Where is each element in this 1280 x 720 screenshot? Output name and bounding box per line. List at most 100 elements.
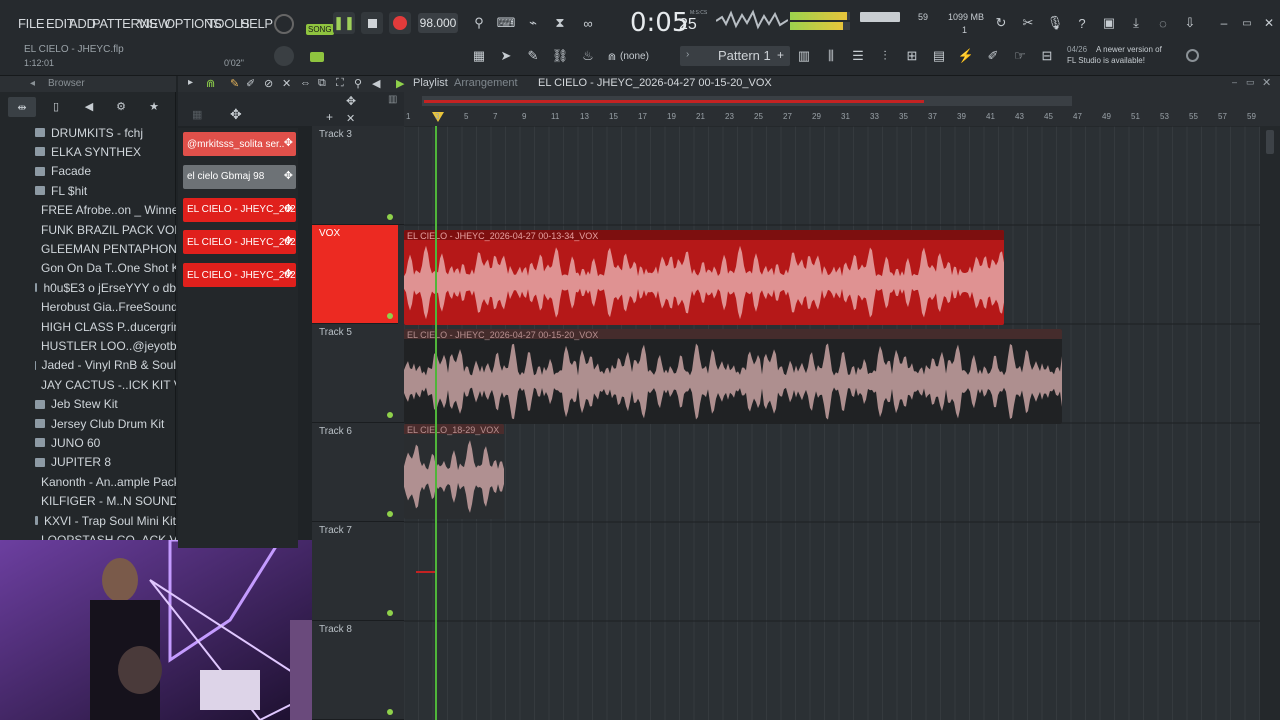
refresh-icon[interactable]: ↻: [990, 12, 1012, 34]
browser-folder-item[interactable]: h0u$E3 o jErseYYY o db: [0, 278, 176, 297]
track-header[interactable]: Track 8: [312, 621, 404, 720]
play-pattern-icon[interactable]: ▶: [396, 77, 404, 90]
slip-tool-icon[interactable]: ⇔: [300, 77, 311, 89]
browser-plugin-icon[interactable]: ⚙: [110, 97, 132, 117]
tempo-display[interactable]: 98.000: [418, 13, 458, 33]
playlist-current-clip[interactable]: EL CIELO - JHEYC_2026-04-27 00-15-20_VOX: [538, 77, 772, 89]
track-enable-led[interactable]: [387, 313, 393, 319]
snap-value[interactable]: (none): [620, 51, 649, 62]
tree-icon[interactable]: ⊞: [901, 45, 923, 67]
pause-button[interactable]: ❚❚: [333, 12, 355, 34]
clear-icon[interactable]: ✕: [346, 112, 355, 125]
menu-file[interactable]: FILE: [18, 16, 45, 31]
menu-help[interactable]: HELP: [240, 16, 273, 31]
loop-record-icon[interactable]: ∞: [577, 12, 599, 34]
pattern-add-icon[interactable]: +: [777, 48, 784, 62]
browser-folder-item[interactable]: JUPITER 8: [0, 453, 176, 472]
track-enable-led[interactable]: [387, 709, 393, 715]
playlist-icon[interactable]: ▦: [468, 45, 490, 67]
pattern-song-icon[interactable]: ⚲: [468, 12, 490, 34]
piano-roll-icon[interactable]: ☰: [847, 45, 869, 67]
cart-icon[interactable]: ⊟: [1036, 45, 1058, 67]
track-header[interactable]: Track 3: [312, 126, 404, 225]
track-enable-led[interactable]: [387, 412, 393, 418]
pencil-icon[interactable]: ✎: [522, 45, 544, 67]
clip-picker-item[interactable]: el cielo Gbmaj 98 ✥: [183, 164, 296, 189]
add-track-icon[interactable]: +: [326, 110, 333, 124]
save-icon[interactable]: ▣: [1098, 12, 1120, 34]
browser-folder-item[interactable]: FREE Afrobe..on _ Winner): [0, 201, 176, 220]
record-button[interactable]: [389, 12, 411, 34]
clip-vox-3[interactable]: EL CIELO_18-29_VOX: [404, 424, 504, 519]
help-icon[interactable]: ?: [1071, 12, 1093, 34]
browser-folder-item[interactable]: HIGH CLASS P..ducergrind): [0, 317, 176, 336]
snap-magnet-icon[interactable]: ⋒: [206, 77, 215, 90]
step-edit-icon[interactable]: ⌁: [522, 12, 544, 34]
zoom-tool-icon[interactable]: ⚲: [354, 77, 362, 90]
clip-picker-item[interactable]: @mrkitsss_solita ser.. ✥: [183, 132, 296, 156]
mixer-icon[interactable]: ⫼: [820, 45, 842, 67]
browser-folder-item[interactable]: DRUMKITS - fchj: [0, 123, 176, 142]
browser-folder-item[interactable]: FUNK BRAZIL PACK VOL II: [0, 220, 176, 239]
drag-handle-icon[interactable]: ✥: [284, 136, 293, 149]
notice-line-2[interactable]: FL Studio is available!: [1067, 56, 1145, 65]
paint-tool-icon[interactable]: ✐: [246, 77, 255, 90]
master-volume-knob[interactable]: [274, 14, 294, 34]
playlist-minimize-icon[interactable]: –: [1232, 77, 1237, 87]
browser-folder-item[interactable]: KILFIGER - M..N SOUND KIT: [0, 492, 176, 511]
file-icon[interactable]: ▤: [928, 45, 950, 67]
grid-icon[interactable]: ▥: [388, 94, 397, 105]
export-icon[interactable]: ⇩: [1179, 12, 1201, 34]
countdown-icon[interactable]: ⧗: [549, 12, 571, 34]
track-enable-led[interactable]: [387, 214, 393, 220]
browser-folder-item[interactable]: Jaded - Vinyl RnB & Soul: [0, 356, 176, 375]
render-icon[interactable]: ⤓: [1125, 12, 1147, 34]
slice-tool-icon[interactable]: ⧉: [318, 77, 326, 90]
browser-back-icon[interactable]: ◂: [30, 78, 35, 89]
browser-folder-item[interactable]: ELKA SYNTHEX: [0, 142, 176, 161]
typing-keyboard-icon[interactable]: ⌨: [495, 12, 517, 34]
vertical-scroll-thumb[interactable]: [1266, 130, 1274, 154]
track-header[interactable]: Track 6: [312, 423, 404, 522]
mute-tool-icon[interactable]: ✕: [282, 77, 291, 90]
notice-line-1[interactable]: A newer version of: [1096, 45, 1162, 54]
sliders-icon[interactable]: ⫶: [874, 45, 896, 67]
metronome-indicator[interactable]: [310, 52, 324, 62]
browser-all-tab[interactable]: ⇹: [8, 97, 36, 117]
browser-folder-item[interactable]: Jersey Club Drum Kit: [0, 414, 176, 433]
clip-picker-item[interactable]: EL CIELO - JHEYC_2026-0..✥: [183, 230, 296, 255]
maximize-icon[interactable]: ▭: [1236, 12, 1258, 34]
track-header[interactable]: Track 7: [312, 522, 404, 621]
channel-rack-icon[interactable]: ▥: [793, 45, 815, 67]
playlist-grid[interactable]: EL CIELO - JHEYC_2026-04-27 00-13-34_VOX…: [404, 126, 1260, 720]
browser-folder-item[interactable]: FL $hit: [0, 181, 176, 200]
drag-handle-icon[interactable]: ✥: [284, 169, 293, 182]
link-icon[interactable]: ⛓: [549, 45, 571, 67]
pattern-selector[interactable]: › Pattern 1 +: [680, 46, 790, 66]
drag-handle-icon[interactable]: ✥: [284, 267, 293, 280]
select-tool-icon[interactable]: ⛶: [336, 77, 344, 90]
stamp-icon[interactable]: ♨: [577, 45, 599, 67]
browser-folder-item[interactable]: HUSTLER LOO..@jeyotb808: [0, 336, 176, 355]
play-arrow-icon[interactable]: ➤: [495, 45, 517, 67]
draw-tool-icon[interactable]: ✎: [230, 77, 239, 90]
hand-icon[interactable]: ☞: [1009, 45, 1031, 67]
timeline-ruler[interactable]: 1 3 5 7 9 11 13 15 17 19 21 23 25 27 29 31 33 35 37 39 41 43 4…: [404, 92, 1280, 126]
globe-icon[interactable]: [1186, 49, 1199, 62]
delete-tool-icon[interactable]: ⊘: [264, 77, 273, 90]
browser-folder-item[interactable]: JUNO 60: [0, 433, 176, 452]
browser-folder-item[interactable]: Gon On Da T..One Shot Kit: [0, 259, 176, 278]
picker-icon[interactable]: ▦: [192, 108, 202, 121]
chat-icon[interactable]: ◌: [1152, 12, 1174, 34]
playlist-menu-icon[interactable]: ▸: [188, 77, 193, 88]
arrange-icon[interactable]: ✥: [230, 106, 242, 123]
browser-folder-icon[interactable]: ▯: [45, 97, 67, 117]
browser-folder-item[interactable]: KXVI - Trap Soul Mini Kit: [0, 511, 176, 530]
clip-picker-item[interactable]: EL CIELO - JHEYC_2026-0..✥: [183, 197, 296, 222]
microphone-icon[interactable]: 🎙: [1044, 12, 1066, 34]
browser-speaker-icon[interactable]: ◀: [78, 97, 100, 117]
playlist-close-icon[interactable]: ✕: [1262, 76, 1271, 89]
clip-vox-1[interactable]: EL CIELO - JHEYC_2026-04-27 00-13-34_VOX: [404, 230, 1004, 325]
stop-button[interactable]: [361, 12, 383, 34]
playlist-maximize-icon[interactable]: ▭: [1246, 77, 1255, 88]
